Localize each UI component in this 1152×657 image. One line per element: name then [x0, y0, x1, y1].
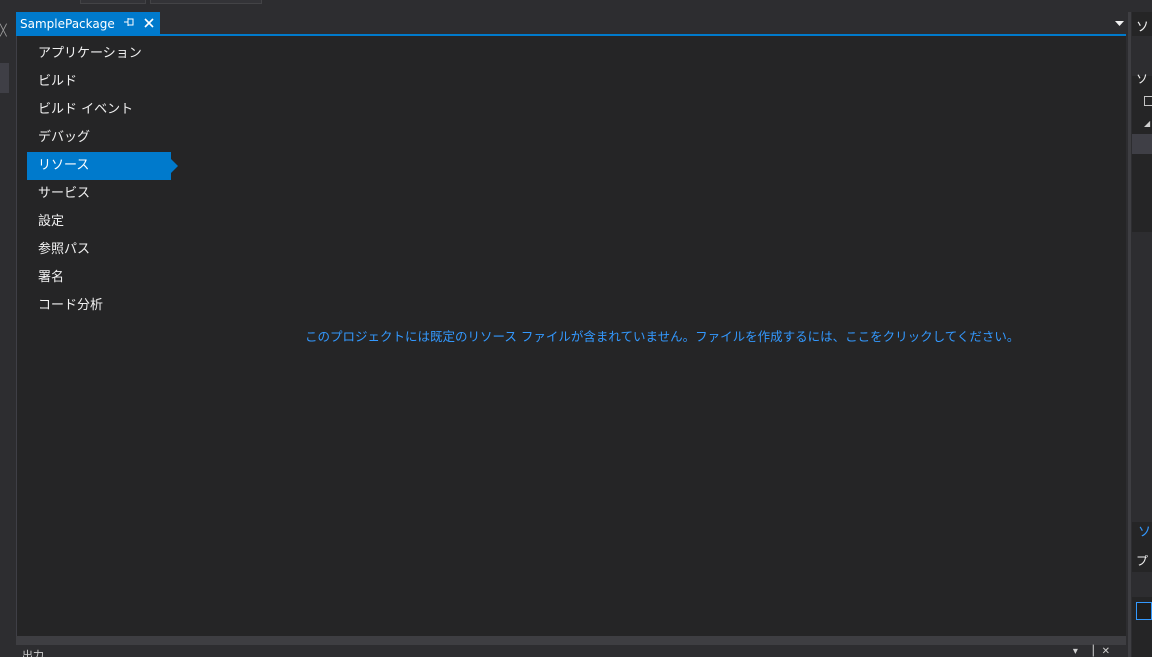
close-icon[interactable] [142, 16, 156, 30]
collapsed-panel-glyph[interactable]: ╳ [0, 24, 7, 37]
toolbar-combo[interactable] [80, 0, 146, 4]
chevron-down-icon[interactable] [1115, 21, 1124, 27]
categorized-icon[interactable] [1136, 602, 1152, 620]
left-tool-strip: ╳ [0, 10, 14, 657]
close-icon[interactable]: ✕ [1102, 646, 1118, 657]
ide-window: ╳ SamplePackage アプリケーション ビルド ビルド イベント デバッグリ… [0, 0, 1152, 657]
output-panel-header: 出力 ▾▕✕ [16, 645, 1126, 657]
nav-item-1[interactable]: ビルド [27, 68, 171, 96]
chevron-down-icon[interactable]: ▾ [1073, 646, 1086, 657]
pin-icon[interactable]: ▕ [1086, 646, 1102, 657]
solution-explorer-search[interactable]: ソ [1136, 70, 1148, 87]
nav-item-4[interactable]: リソース [27, 152, 178, 180]
document-tab-title: SamplePackage [20, 16, 115, 31]
solution-explorer-tab[interactable]: ソ [1138, 521, 1151, 540]
output-panel-tools: ▾▕✕ [1073, 646, 1118, 657]
solution-explorer-title[interactable]: ソ [1136, 16, 1149, 35]
document-tab-samplepackage[interactable]: SamplePackage [16, 12, 160, 35]
nav-item-7[interactable]: 参照パス [27, 236, 171, 264]
nav-item-2[interactable]: ビルド イベント [27, 96, 171, 124]
selected-tree-row[interactable] [1132, 134, 1152, 154]
vertical-splitter[interactable] [1128, 12, 1131, 657]
pin-icon[interactable] [123, 17, 135, 29]
properties-nav: アプリケーション ビルド ビルド イベント デバッグ リソース サービス 設定 参照パス 署名コ… [27, 40, 187, 320]
solution-icon [1144, 96, 1152, 106]
nav-item-6[interactable]: 設定 [27, 208, 171, 236]
toolbar-strip [0, 0, 1152, 10]
nav-item-3[interactable]: デバッグ [27, 124, 171, 152]
nav-item-9[interactable]: コード分析 [27, 292, 171, 320]
output-panel-title[interactable]: 出力 [22, 647, 44, 657]
create-resource-link[interactable]: このプロジェクトには既定のリソース ファイルが含まれていません。ファイルを作成す… [305, 326, 1019, 345]
expand-triangle-icon[interactable]: ◢ [1144, 119, 1150, 128]
right-panel-scrollbar[interactable] [1132, 232, 1152, 522]
nav-item-8[interactable]: 署名 [27, 264, 171, 292]
properties-panel-bar [1132, 572, 1152, 597]
horizontal-scrollbar[interactable] [16, 636, 1126, 645]
document-tab-row: SamplePackage [16, 12, 1126, 35]
project-properties-page: アプリケーション ビルド ビルド イベント デバッグ リソース サービス 設定 参照パス 署名コ… [16, 36, 1126, 636]
collapsed-panel-tab[interactable] [0, 63, 9, 93]
right-tool-panel: ソ ソ ◢ ソ プロ [1132, 12, 1152, 657]
nav-item-5[interactable]: サービス [27, 180, 171, 208]
nav-item-0[interactable]: アプリケーション [27, 40, 171, 68]
toolbar-combo[interactable] [150, 0, 262, 4]
